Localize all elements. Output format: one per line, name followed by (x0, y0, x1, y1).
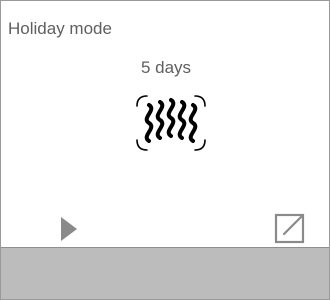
holiday-mode-screen: Holiday mode 5 days (0, 0, 330, 300)
edit-icon (274, 213, 305, 244)
play-icon (61, 217, 77, 241)
holiday-duration: 5 days (140, 58, 192, 77)
play-button[interactable] (57, 216, 81, 242)
edit-button[interactable] (272, 212, 306, 244)
page-title: Holiday mode (8, 19, 112, 38)
bottom-bar (1, 248, 329, 299)
heating-waves-icon (133, 90, 209, 156)
